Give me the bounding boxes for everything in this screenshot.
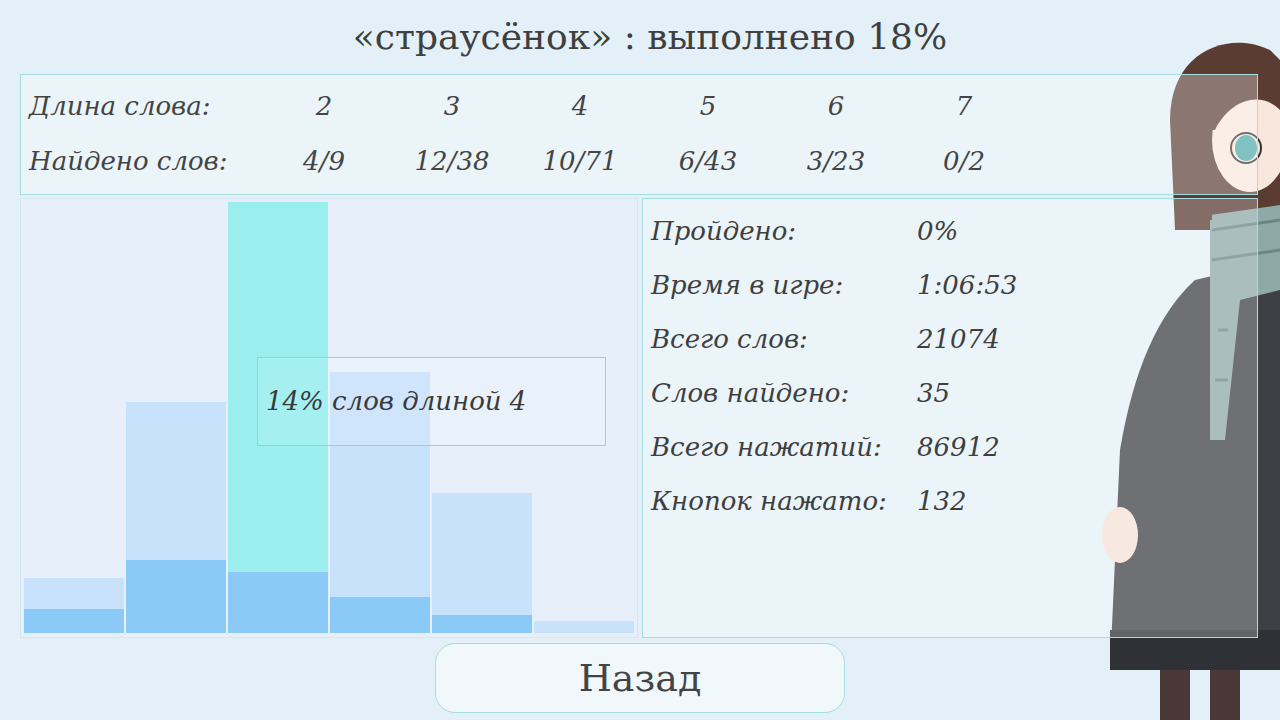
found-cell: 6/43: [644, 134, 772, 189]
stat-row: Время в игре:1:06:53: [643, 258, 1257, 312]
row-label: Найдено слов:: [21, 134, 260, 189]
bar-column[interactable]: [24, 199, 124, 633]
button-row: Назад: [0, 643, 1280, 713]
word-chart: 14% слов длиной 4: [20, 198, 638, 638]
stat-value: 132: [917, 482, 1257, 521]
stats-panel: Пройдено:0%Время в игре:1:06:53Всего сло…: [642, 198, 1258, 638]
stat-label: Всего слов:: [651, 320, 917, 359]
found-cell: 0/2: [900, 134, 1028, 189]
stat-value: 1:06:53: [917, 266, 1257, 305]
title-bar: «страусёнок» : выполнено 18%: [0, 0, 1280, 74]
stat-label: Пройдено:: [651, 212, 917, 251]
chart-tooltip: 14% слов длиной 4: [257, 357, 606, 446]
found-cell: 4/9: [260, 134, 388, 189]
back-button[interactable]: Назад: [435, 643, 845, 713]
found-cell: 10/71: [516, 134, 644, 189]
found-bar: [228, 572, 328, 633]
found-bar: [330, 597, 430, 633]
stat-label: Слов найдено:: [651, 374, 917, 413]
total-bar[interactable]: [126, 402, 226, 633]
length-cell: 6: [772, 79, 900, 134]
total-bar[interactable]: [432, 493, 532, 633]
stat-row: Слов найдено:35: [643, 366, 1257, 420]
stat-row: Пройдено:0%: [643, 204, 1257, 258]
stat-value: 0%: [917, 212, 1257, 251]
title: «страусёнок» : выполнено 18%: [353, 19, 947, 55]
row-label: Длина слова:: [21, 79, 260, 134]
stat-label: Всего нажатий:: [651, 428, 917, 467]
stat-label: Время в игре:: [651, 266, 917, 305]
stat-value: 35: [917, 374, 1257, 413]
stat-value: 86912: [917, 428, 1257, 467]
total-bar[interactable]: [534, 621, 634, 633]
stat-label: Кнопок нажато:: [651, 482, 917, 521]
length-cell: 2: [260, 79, 388, 134]
found-bar: [24, 609, 124, 633]
found-bar: [126, 560, 226, 633]
stat-value: 21074: [917, 320, 1257, 359]
found-bar: [432, 615, 532, 633]
found-cell: 12/38: [388, 134, 516, 189]
total-bar[interactable]: [24, 578, 124, 633]
bar-column[interactable]: [126, 199, 226, 633]
length-cell: 5: [644, 79, 772, 134]
stat-row: Кнопок нажато:132: [643, 474, 1257, 528]
length-cell: 3: [388, 79, 516, 134]
content-row: 14% слов длиной 4Пройдено:0%Время в игре…: [20, 198, 1258, 638]
stat-row: Всего слов:21074: [643, 312, 1257, 366]
length-table: Длина слова:234567 Найдено слов:4/912/381…: [20, 74, 1258, 195]
length-cell: 4: [516, 79, 644, 134]
found-cell: 3/23: [772, 134, 900, 189]
stat-row: Всего нажатий:86912: [643, 420, 1257, 474]
length-cell: 7: [900, 79, 1028, 134]
